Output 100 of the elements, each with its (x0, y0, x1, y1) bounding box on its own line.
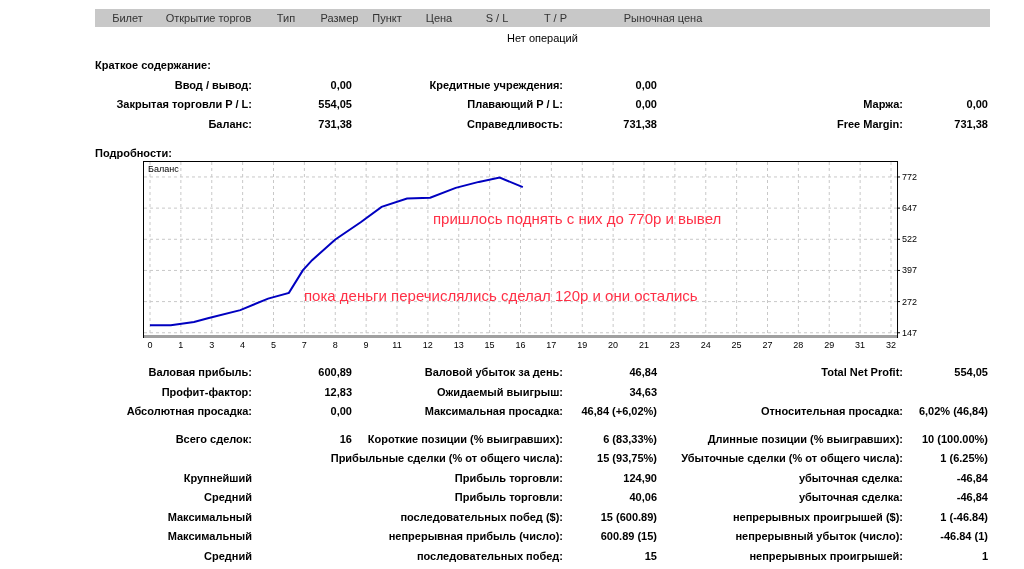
stat-value: 600,89 (317, 365, 352, 380)
chart-annotation: пока деньги перечислялись сделал 120р и они остались (304, 286, 698, 304)
stat-value: -46,84 (955, 490, 988, 505)
stat-value: 15 (600.89) (599, 509, 657, 525)
stat-value: 554,05 (953, 365, 988, 380)
stat-value: 600.89 (15) (599, 529, 657, 544)
stat-label: Free Margin: (837, 116, 903, 132)
chart-title: Баланс (148, 163, 179, 174)
section-title: Краткое содержание: (95, 58, 211, 74)
stat-label: Крупнейший (183, 470, 252, 486)
stat-label: Ожидаемый выигрыш: (437, 384, 563, 400)
stat-value: 0,00 (329, 404, 352, 419)
stat-value: 0,00 (329, 77, 352, 93)
stat-label: Маржа: (863, 97, 903, 112)
x-tick-label: 29 (824, 339, 835, 350)
x-tick-label: 5 (271, 339, 276, 350)
stat-label: Закрытая торговли P / L: (116, 97, 252, 112)
stat-label: Максимальный (167, 529, 252, 544)
x-tick-label: 13 (453, 339, 464, 350)
stat-value: 124,90 (622, 470, 657, 486)
chart-annotation: пришлось поднять с них до 770р и вывел (433, 209, 722, 227)
stat-value: 16 (338, 431, 352, 447)
stat-label: непрерывных проигрышей: (749, 548, 903, 564)
stat-value: 15 (643, 548, 657, 564)
x-tick-label: 28 (793, 339, 804, 350)
column-header: Открытие торгов (164, 10, 253, 26)
stat-value: -46.84 (1) (939, 529, 988, 544)
y-tick-label: 647 (902, 202, 918, 213)
column-header: Размер (319, 10, 360, 26)
stat-label: убыточная сделка: (798, 470, 903, 486)
column-header: S / L (484, 10, 510, 26)
stat-value: 10 (100.00%) (920, 431, 988, 447)
stat-label: Максимальная просадка: (424, 404, 563, 419)
x-tick-label: 0 (147, 339, 153, 350)
x-tick-label: 20 (608, 339, 619, 350)
y-tick-label: 147 (902, 327, 918, 338)
x-tick-label: 16 (515, 339, 526, 350)
x-tick-label: 21 (639, 339, 649, 350)
stat-label: непрерывная прибыль (число): (388, 529, 563, 544)
x-tick-label: 1 (178, 339, 184, 350)
stat-label: Прибыльные сделки (% от общего числа): (330, 451, 563, 466)
stat-value: 6 (83,33%) (602, 431, 657, 447)
stat-label: последовательных побед: (416, 548, 563, 564)
x-tick-label: 8 (332, 339, 338, 350)
stat-label: Всего сделок: (175, 431, 252, 447)
stat-value: 1 (-46.84) (939, 509, 988, 525)
stat-value: 0,00 (634, 97, 657, 112)
stat-label: Баланс: (208, 116, 252, 132)
x-tick-label: 4 (240, 339, 246, 350)
stat-label: непрерывных проигрышей ($): (732, 509, 903, 525)
stat-value: 731,38 (317, 116, 352, 132)
stat-label: Абсолютная просадка: (126, 404, 252, 419)
stat-label: Плавающий P / L: (467, 97, 563, 112)
x-tick-label: 25 (731, 339, 742, 350)
column-header: Цена (424, 10, 454, 26)
stat-value: 34,63 (628, 384, 657, 400)
stat-label: Прибыль торговли: (454, 490, 563, 505)
x-tick-label: 24 (700, 339, 711, 350)
stat-label: Справедливость: (467, 116, 563, 132)
stat-label: Средний (204, 490, 252, 505)
y-tick-label: 397 (902, 264, 918, 275)
stat-value: 12,83 (323, 384, 352, 400)
stat-label: последовательных побед ($): (400, 509, 563, 525)
x-tick-label: 12 (422, 339, 433, 350)
stat-label: Валовая прибыль: (148, 365, 252, 380)
stat-value: 1 (980, 548, 988, 564)
x-tick-label: 7 (301, 339, 307, 350)
stat-value: 731,38 (622, 116, 657, 132)
stat-value: 15 (93,75%) (596, 451, 657, 466)
stat-value: -46,84 (955, 470, 988, 486)
stat-value: 6,02% (46,84) (917, 404, 988, 419)
stat-label: Короткие позиции (% выигравших): (367, 431, 563, 447)
x-tick-label: 15 (484, 339, 495, 350)
x-tick-label: 11 (392, 339, 402, 350)
x-tick-label: 3 (209, 339, 215, 350)
stat-label: убыточная сделка: (798, 490, 903, 505)
stat-value: 554,05 (317, 97, 352, 112)
column-header: T / P (543, 10, 568, 26)
stat-value: 46,84 (+6,02%) (580, 404, 657, 419)
stat-label: Средний (204, 548, 252, 564)
stat-value: 1 (6.25%) (939, 451, 988, 466)
stat-label: Прибыль торговли: (454, 470, 563, 486)
y-tick-label: 522 (902, 233, 918, 244)
column-header: Рыночная цена (622, 10, 704, 26)
column-header: Пункт (371, 10, 403, 26)
x-tick-label: 17 (546, 339, 557, 350)
y-tick-label: 272 (902, 296, 918, 307)
stat-label: Ввод / вывод: (174, 77, 252, 93)
y-tick-label: 772 (902, 171, 918, 182)
x-tick-label: 23 (669, 339, 680, 350)
stat-label: Максимальный (167, 509, 252, 525)
stat-value: 46,84 (628, 365, 657, 380)
x-tick-label: 32 (886, 339, 896, 350)
column-header: Тип (275, 10, 297, 26)
section-title: Подробности: (95, 145, 172, 161)
stat-label: Длинные позиции (% выигравших): (707, 431, 903, 447)
stat-label: Total Net Profit: (821, 365, 903, 380)
x-tick-label: 31 (855, 339, 866, 350)
x-tick-label: 27 (762, 339, 773, 350)
stat-label: Валовой убыток за день: (424, 365, 563, 380)
